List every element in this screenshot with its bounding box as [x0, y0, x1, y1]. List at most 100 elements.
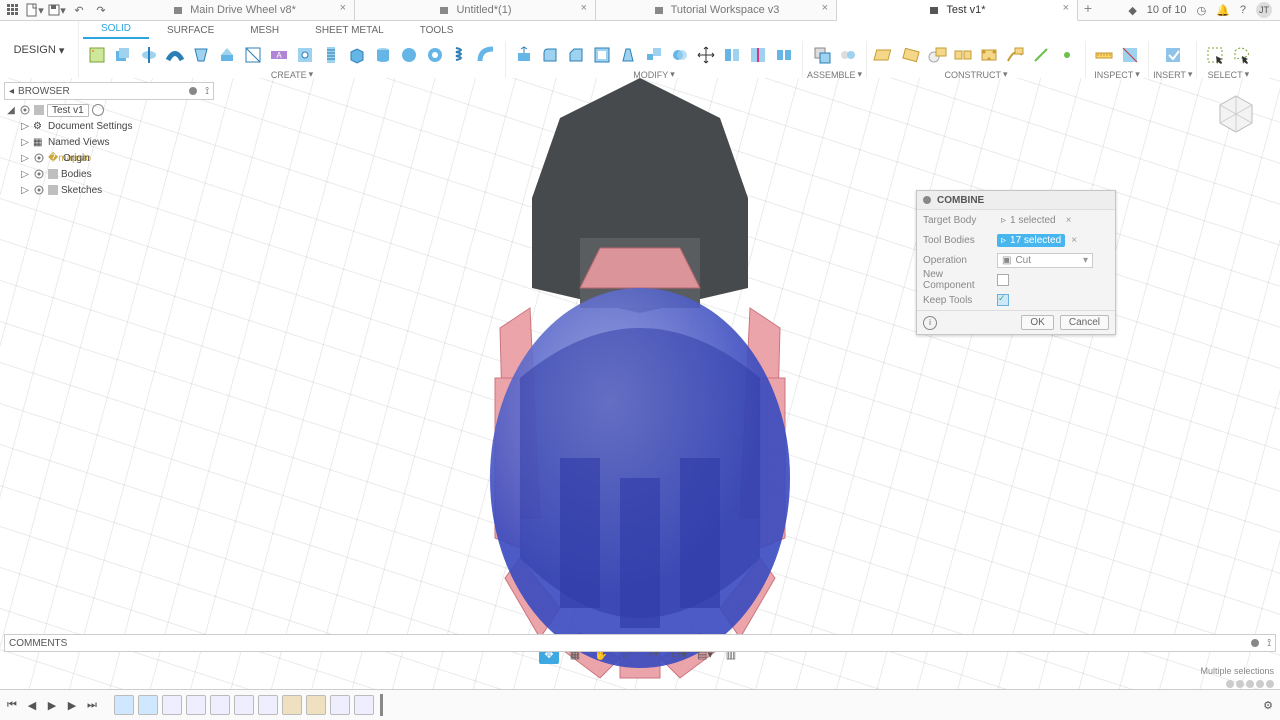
split-body-icon[interactable]	[772, 43, 796, 67]
clear-selection-icon[interactable]: ×	[1066, 215, 1072, 226]
extrude-icon[interactable]	[111, 43, 135, 67]
pipe-icon[interactable]	[475, 43, 499, 67]
cancel-button[interactable]: Cancel	[1060, 315, 1109, 330]
align-icon[interactable]	[720, 43, 744, 67]
timeline-start-icon[interactable]: ⏮	[4, 697, 20, 713]
ok-button[interactable]: OK	[1021, 315, 1053, 330]
shell-icon[interactable]	[590, 43, 614, 67]
tab-tutorial[interactable]: Tutorial Workspace v3×	[596, 0, 837, 20]
timeline-settings-icon[interactable]: ⚙	[1260, 697, 1276, 713]
plane-tangent-icon[interactable]	[925, 43, 949, 67]
dialog-header[interactable]: COMBINE	[917, 191, 1115, 210]
version-icon[interactable]	[92, 104, 104, 116]
fillet-icon[interactable]	[538, 43, 562, 67]
move-icon[interactable]	[694, 43, 718, 67]
save-icon[interactable]: ▾	[50, 3, 64, 17]
visibility-icon[interactable]	[33, 184, 45, 196]
keep-tools-checkbox[interactable]	[997, 294, 1009, 306]
tree-node-origin[interactable]: ▷�mapstoOrigin	[6, 150, 214, 166]
timeline-back-icon[interactable]: ◀	[24, 697, 40, 713]
clock-icon[interactable]: ◷	[1197, 4, 1207, 17]
web-icon[interactable]	[241, 43, 265, 67]
offset-plane-icon[interactable]	[873, 43, 897, 67]
section-icon[interactable]	[1118, 43, 1142, 67]
box-icon[interactable]	[345, 43, 369, 67]
new-sketch-icon[interactable]	[85, 43, 109, 67]
presspull-icon[interactable]	[512, 43, 536, 67]
clear-selection-icon[interactable]: ×	[1071, 235, 1077, 246]
notification-icon[interactable]: 🔔	[1216, 4, 1230, 17]
tree-node-views[interactable]: ▷▦Named Views	[6, 134, 214, 150]
point-icon[interactable]	[1055, 43, 1079, 67]
chamfer-icon[interactable]	[564, 43, 588, 67]
user-avatar[interactable]: JT	[1256, 2, 1272, 18]
timeline-play-icon[interactable]: ▶	[44, 697, 60, 713]
select-window-icon[interactable]	[1203, 43, 1227, 67]
ribbon-tab-surface[interactable]: SURFACE	[149, 22, 232, 39]
close-icon[interactable]: ×	[581, 2, 587, 14]
timeline-fwd-icon[interactable]: ▶	[64, 697, 80, 713]
timeline-feature[interactable]	[162, 695, 182, 715]
ribbon-tab-solid[interactable]: SOLID	[83, 20, 149, 39]
ribbon-tab-tools[interactable]: TOOLS	[402, 22, 472, 39]
coil-icon[interactable]	[449, 43, 473, 67]
timeline-feature[interactable]	[258, 695, 278, 715]
visibility-icon[interactable]	[33, 168, 45, 180]
timeline-feature[interactable]	[234, 695, 254, 715]
sweep-icon[interactable]	[163, 43, 187, 67]
revolve-icon[interactable]	[137, 43, 161, 67]
tree-node-docset[interactable]: ▷⚙Document Settings	[6, 118, 214, 134]
workspace-switcher[interactable]: DESIGN ▾	[0, 21, 79, 79]
info-icon[interactable]: i	[923, 316, 937, 330]
axis-icon[interactable]	[1029, 43, 1053, 67]
file-menu-icon[interactable]: ▾	[28, 3, 42, 17]
timeline-feature[interactable]	[282, 695, 302, 715]
scale-icon[interactable]	[642, 43, 666, 67]
split-face-icon[interactable]	[746, 43, 770, 67]
plane-three-point-icon[interactable]	[977, 43, 1001, 67]
measure-icon[interactable]	[1092, 43, 1116, 67]
timeline-playhead[interactable]	[380, 694, 383, 716]
job-status[interactable]: 10 of 10	[1147, 4, 1187, 16]
browser-header[interactable]: ◂BROWSER⟟	[4, 82, 214, 100]
redo-icon[interactable]: ↷	[94, 3, 108, 17]
plane-path-icon[interactable]	[1003, 43, 1027, 67]
visibility-icon[interactable]	[19, 104, 31, 116]
torus-icon[interactable]	[423, 43, 447, 67]
timeline-feature[interactable]	[306, 695, 326, 715]
timeline-feature[interactable]	[330, 695, 350, 715]
panel-pin-icon[interactable]: ⟟	[205, 86, 209, 97]
new-component-checkbox[interactable]	[997, 274, 1009, 286]
draft-icon[interactable]	[616, 43, 640, 67]
tab-test[interactable]: Test v1*×	[837, 0, 1078, 21]
thread-icon[interactable]	[319, 43, 343, 67]
operation-select[interactable]: ▣Cut▾	[997, 253, 1093, 268]
timeline-feature[interactable]	[138, 695, 158, 715]
midplane-icon[interactable]	[951, 43, 975, 67]
panel-options-icon[interactable]	[1251, 639, 1259, 647]
panel-pin-icon[interactable]: ⟟	[1267, 638, 1271, 649]
select-freeform-icon[interactable]	[1229, 43, 1253, 67]
insert-derive-icon[interactable]	[1161, 43, 1185, 67]
new-component-icon[interactable]	[810, 43, 834, 67]
tree-root[interactable]: ◢Test v1	[6, 102, 214, 118]
tree-node-bodies[interactable]: ▷Bodies	[6, 166, 214, 182]
undo-icon[interactable]: ↶	[72, 3, 86, 17]
sphere-icon[interactable]	[397, 43, 421, 67]
tool-bodies-selector[interactable]: ▹17 selected	[997, 234, 1065, 247]
joint-icon[interactable]	[836, 43, 860, 67]
plane-angle-icon[interactable]	[899, 43, 923, 67]
timeline-feature[interactable]	[114, 695, 134, 715]
viewport[interactable]: ◂BROWSER⟟ ◢Test v1 ▷⚙Document Settings ▷…	[0, 78, 1280, 690]
new-tab-button[interactable]: +	[1078, 0, 1098, 20]
app-grid-icon[interactable]	[6, 3, 20, 17]
ribbon-tab-sheetmetal[interactable]: SHEET METAL	[297, 22, 402, 39]
timeline-end-icon[interactable]: ⏭	[84, 697, 100, 713]
combine-icon[interactable]	[668, 43, 692, 67]
tree-node-sketches[interactable]: ▷Sketches	[6, 182, 214, 198]
help-icon[interactable]: ?	[1240, 4, 1246, 16]
view-cube[interactable]	[1210, 88, 1262, 140]
tab-main-drive[interactable]: Main Drive Wheel v8*×	[114, 0, 355, 20]
ribbon-tab-mesh[interactable]: MESH	[232, 22, 297, 39]
timeline-feature[interactable]	[210, 695, 230, 715]
